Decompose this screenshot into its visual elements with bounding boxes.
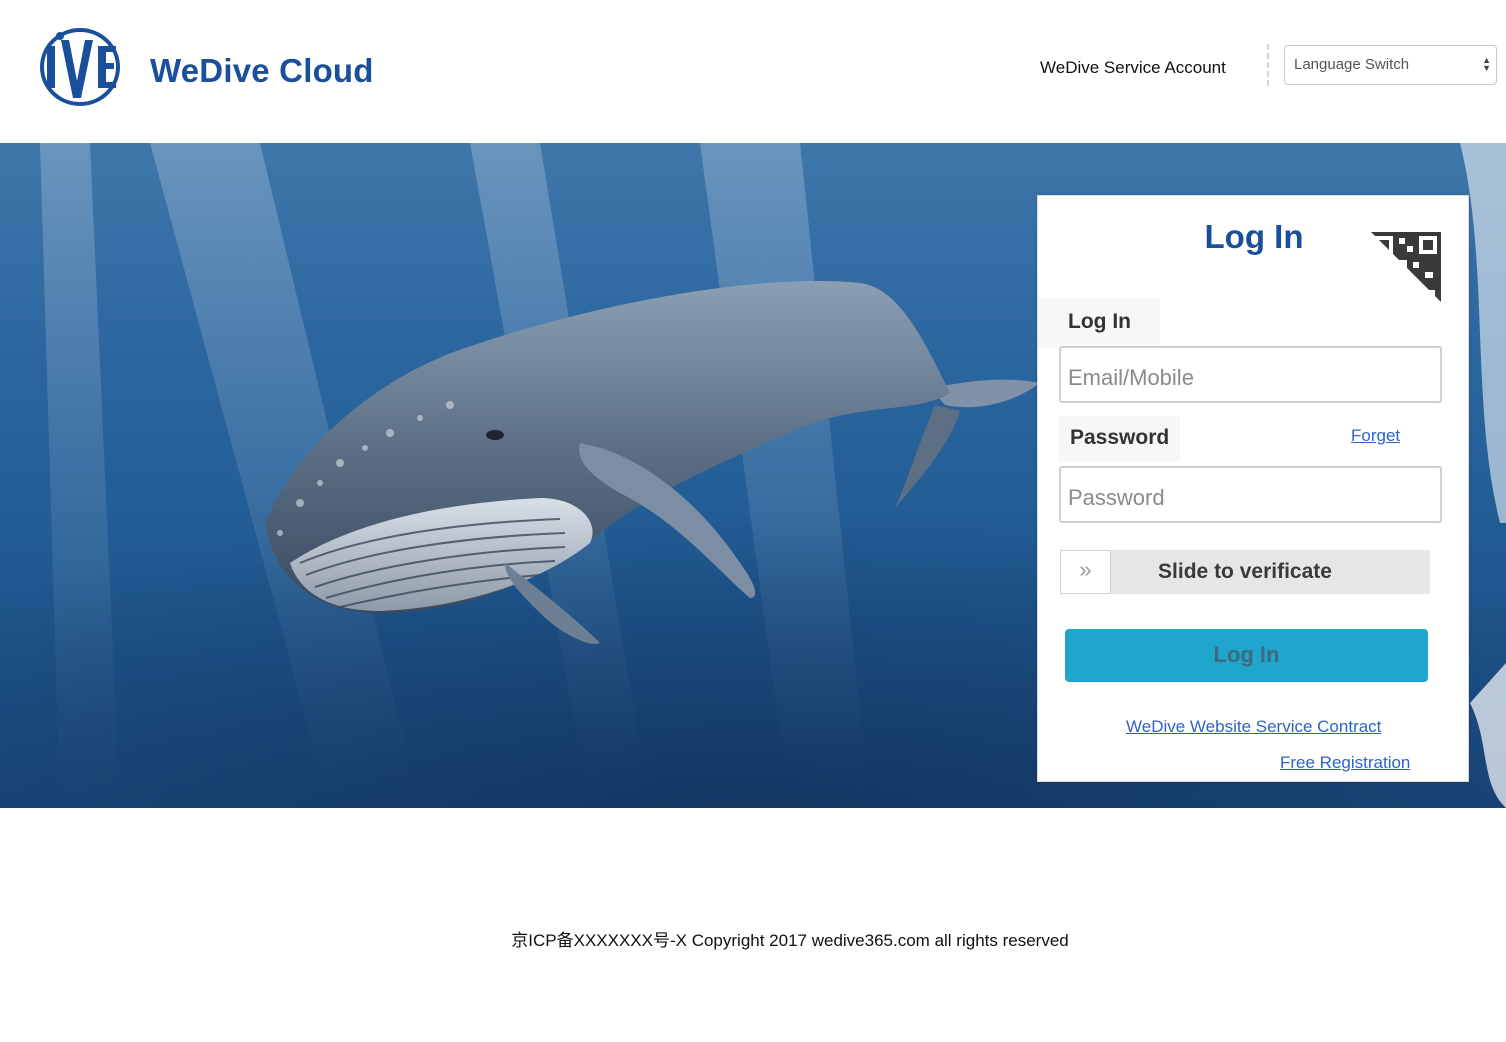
free-registration-link[interactable]: Free Registration <box>1280 753 1410 773</box>
qr-code-icon[interactable] <box>1371 232 1441 302</box>
brand-title: WeDive Cloud <box>150 52 374 89</box>
language-select-value: Language Switch <box>1294 56 1410 73</box>
login-label: Log In <box>1038 298 1160 348</box>
password-label: Password <box>1058 416 1180 462</box>
footer-copyright: 京ICP备XXXXXXX号-X Copyright 2017 wedive365… <box>511 931 1069 950</box>
login-card: Log In Log In Email/Mobile Password Forg… <box>1037 195 1469 782</box>
header-divider <box>1267 44 1269 86</box>
login-button[interactable]: Log In <box>1065 629 1428 682</box>
service-contract-link[interactable]: WeDive Website Service Contract <box>1126 717 1381 737</box>
language-select[interactable]: Language Switch ▲ ▼ <box>1284 45 1497 85</box>
slide-verification[interactable]: » Slide to verificate <box>1060 550 1430 594</box>
slide-verification-text: Slide to verificate <box>1158 560 1332 583</box>
email-input[interactable]: Email/Mobile <box>1059 346 1442 403</box>
password-input[interactable]: Password <box>1059 466 1442 523</box>
forget-password-link[interactable]: Forget <box>1351 426 1400 446</box>
select-arrows-icon: ▲ ▼ <box>1482 55 1491 73</box>
top-header: WeDive Cloud WeDive Service Account Lang… <box>0 0 1506 143</box>
wedive-logo-icon[interactable] <box>38 26 124 108</box>
chevron-double-right-icon[interactable]: » <box>1060 550 1111 594</box>
service-account-link[interactable]: WeDive Service Account <box>1040 58 1226 78</box>
